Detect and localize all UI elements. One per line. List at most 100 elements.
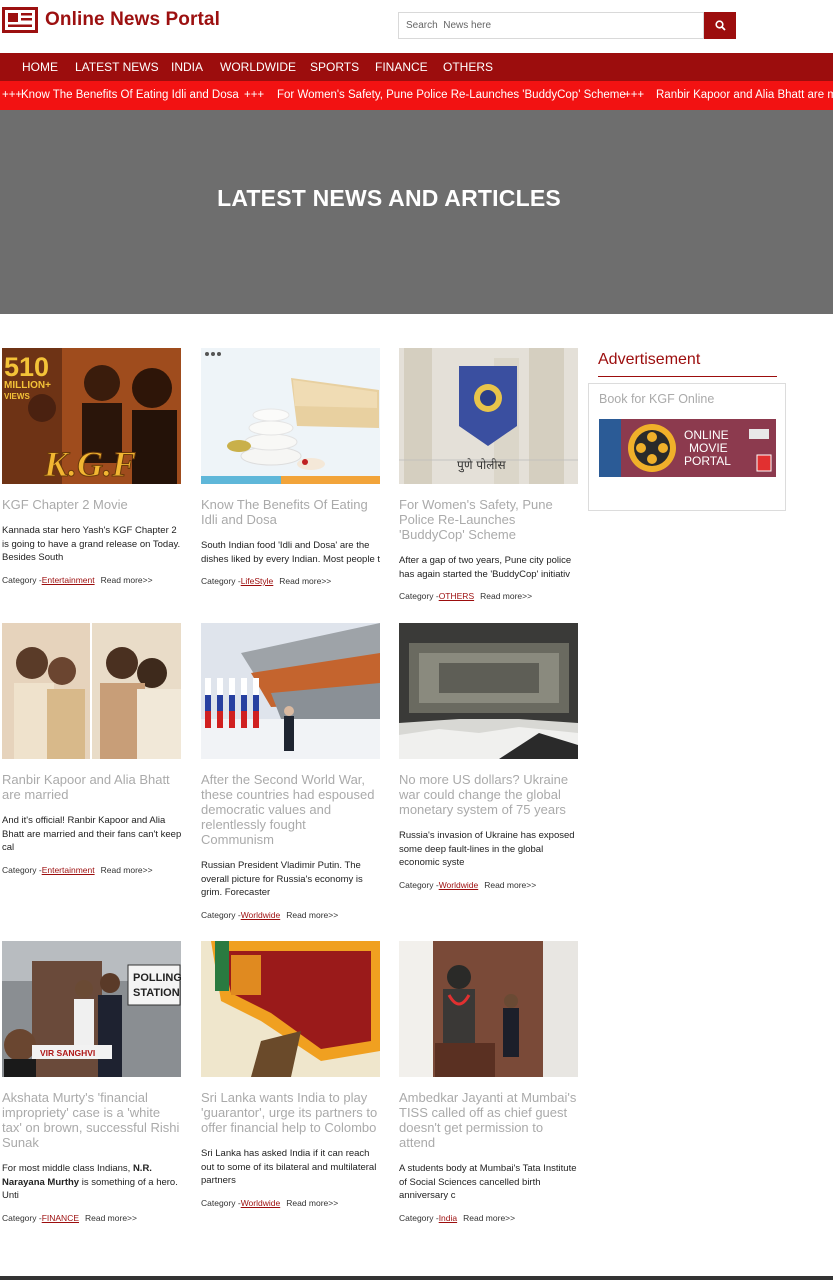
article-thumbnail[interactable] xyxy=(399,623,578,759)
nav-india[interactable]: INDIA xyxy=(171,53,203,81)
newspaper-icon xyxy=(2,7,38,33)
category-prefix: Category - xyxy=(201,576,241,586)
site-logo[interactable]: Online News Portal xyxy=(2,7,220,33)
article-excerpt: After a gap of two years, Pune city poli… xyxy=(399,555,572,580)
nav-finance[interactable]: FINANCE xyxy=(375,53,428,81)
article-thumbnail[interactable] xyxy=(201,623,380,759)
hero-title: LATEST NEWS AND ARTICLES xyxy=(217,185,561,211)
category-link[interactable]: India xyxy=(439,1213,457,1223)
article-thumbnail[interactable]: पुणे पोलीस xyxy=(399,348,578,484)
read-more-link[interactable]: Read more>> xyxy=(480,591,532,601)
svg-text:ONLINE: ONLINE xyxy=(684,428,729,442)
svg-text:VIR SANGHVI: VIR SANGHVI xyxy=(40,1048,95,1058)
article-thumbnail[interactable] xyxy=(399,941,578,1077)
ad-label[interactable]: Book for KGF Online xyxy=(599,392,714,406)
advertisement-heading: Advertisement xyxy=(598,351,701,368)
news-ticker: +++ Know The Benefits Of Eating Idli and… xyxy=(0,81,833,110)
article-card: POLLING STATION VIR SANGHVI Akshata Murt… xyxy=(2,941,182,1223)
article-thumbnail[interactable] xyxy=(201,941,380,1077)
article-title[interactable]: KGF Chapter 2 Movie xyxy=(2,497,182,512)
read-more-link[interactable]: Read more>> xyxy=(279,576,331,586)
category-prefix: Category - xyxy=(201,909,241,920)
article-title[interactable]: Sri Lanka wants India to play 'guarantor… xyxy=(201,1090,381,1135)
svg-text:POLLING: POLLING xyxy=(133,972,181,984)
article-thumbnail[interactable] xyxy=(2,623,181,759)
category-prefix: Category - xyxy=(201,1197,241,1208)
category-prefix: Category - xyxy=(2,1212,42,1223)
category-link[interactable]: Worldwide xyxy=(241,910,281,920)
article-meta: Category -FINANCE Read more>> xyxy=(2,1213,182,1223)
category-prefix: Category - xyxy=(399,1212,439,1223)
category-prefix: Category - xyxy=(399,879,439,890)
article-title[interactable]: After the Second World War, these countr… xyxy=(201,772,381,847)
nav-others[interactable]: OTHERS xyxy=(443,53,493,81)
search-input[interactable] xyxy=(398,12,704,39)
search-button[interactable] xyxy=(704,12,736,39)
category-prefix: Category - xyxy=(2,864,42,875)
article-meta: Category -Entertainment Read more>> xyxy=(2,865,182,875)
article-card: Sri Lanka wants India to play 'guarantor… xyxy=(201,941,381,1208)
article-meta: Category -Worldwide Read more>> xyxy=(201,910,381,920)
svg-text:STATION: STATION xyxy=(133,987,180,999)
read-more-link[interactable]: Read more>> xyxy=(484,880,536,890)
article-excerpt: Kannada star hero Yash's KGF Chapter 2 i… xyxy=(2,525,181,563)
article-title[interactable]: No more US dollars? Ukraine war could ch… xyxy=(399,772,579,817)
svg-text:MILLION+: MILLION+ xyxy=(4,380,51,391)
ad-banner[interactable]: ONLINE MOVIE PORTAL xyxy=(599,419,776,477)
article-meta: Category -Entertainment Read more>> xyxy=(2,575,182,585)
category-link[interactable]: OTHERS xyxy=(439,591,474,601)
read-more-link[interactable]: Read more>> xyxy=(101,575,153,585)
search-bar xyxy=(398,12,738,39)
read-more-link[interactable]: Read more>> xyxy=(85,1213,137,1223)
category-link[interactable]: Entertainment xyxy=(42,575,95,585)
article-title[interactable]: Know The Benefits Of Eating Idli and Dos… xyxy=(201,497,381,527)
site-title: Online News Portal xyxy=(45,9,220,30)
search-icon xyxy=(714,20,726,31)
svg-text:510: 510 xyxy=(4,352,49,382)
article-excerpt: Russian President Vladimir Putin. The ov… xyxy=(201,860,363,898)
footer-border xyxy=(0,1276,833,1280)
article-title[interactable]: Akshata Murty's 'financial impropriety' … xyxy=(2,1090,182,1150)
category-prefix: Category - xyxy=(399,591,439,601)
site-header: Online News Portal xyxy=(0,0,833,53)
main-nav: HOME LATEST NEWS INDIA WORLDWIDE SPORTS … xyxy=(0,53,833,81)
article-card: Ranbir Kapoor and Alia Bhatt are married… xyxy=(2,623,182,875)
category-prefix: Category - xyxy=(2,574,42,585)
divider xyxy=(598,376,777,377)
hero-banner: LATEST NEWS AND ARTICLES xyxy=(0,110,833,314)
article-title[interactable]: For Women's Safety, Pune Police Re-Launc… xyxy=(399,497,579,542)
article-thumbnail[interactable]: POLLING STATION VIR SANGHVI xyxy=(2,941,181,1077)
article-card: 510 MILLION+ VIEWS K.G.F KGF Chapter 2 M… xyxy=(2,348,182,585)
article-thumbnail[interactable] xyxy=(201,348,380,484)
article-card: No more US dollars? Ukraine war could ch… xyxy=(399,623,579,890)
article-meta: Category -LifeStyle Read more>> xyxy=(201,576,381,586)
category-link[interactable]: FINANCE xyxy=(42,1213,79,1223)
category-link[interactable]: Entertainment xyxy=(42,865,95,875)
nav-latest-news[interactable]: LATEST NEWS xyxy=(75,53,159,81)
article-meta: Category -OTHERS Read more>> xyxy=(399,591,579,601)
category-link[interactable]: LifeStyle xyxy=(241,576,274,586)
ticker-separator: +++ xyxy=(624,89,645,101)
article-thumbnail[interactable]: 510 MILLION+ VIEWS K.G.F xyxy=(2,348,181,484)
category-link[interactable]: Worldwide xyxy=(439,880,479,890)
ticker-item[interactable]: For Women's Safety, Pune Police Re-Launc… xyxy=(277,81,626,110)
nav-worldwide[interactable]: WORLDWIDE xyxy=(220,53,296,81)
read-more-link[interactable]: Read more>> xyxy=(101,865,153,875)
article-title[interactable]: Ambedkar Jayanti at Mumbai's TISS called… xyxy=(399,1090,579,1150)
article-card: Know The Benefits Of Eating Idli and Dos… xyxy=(201,348,381,586)
ticker-item[interactable]: Ranbir Kapoor and Alia Bhatt are married xyxy=(656,81,833,110)
category-link[interactable]: Worldwide xyxy=(241,1198,281,1208)
svg-text:VIEWS: VIEWS xyxy=(4,392,30,401)
read-more-link[interactable]: Read more>> xyxy=(286,910,338,920)
article-excerpt: For most middle class Indians, N.R. Nara… xyxy=(2,1163,178,1201)
advertisement-box: Book for KGF Online ONLINE MOVIE PORTAL xyxy=(588,383,786,511)
read-more-link[interactable]: Read more>> xyxy=(463,1213,515,1223)
ticker-separator: +++ xyxy=(244,89,265,101)
read-more-link[interactable]: Read more>> xyxy=(286,1198,338,1208)
article-excerpt: And it's official! Ranbir Kapoor and Ali… xyxy=(2,815,182,853)
nav-sports[interactable]: SPORTS xyxy=(310,53,359,81)
article-title[interactable]: Ranbir Kapoor and Alia Bhatt are married xyxy=(2,772,182,802)
nav-home[interactable]: HOME xyxy=(22,53,58,81)
ticker-item[interactable]: Know The Benefits Of Eating Idli and Dos… xyxy=(21,81,239,110)
article-excerpt: A students body at Mumbai's Tata Institu… xyxy=(399,1163,577,1201)
